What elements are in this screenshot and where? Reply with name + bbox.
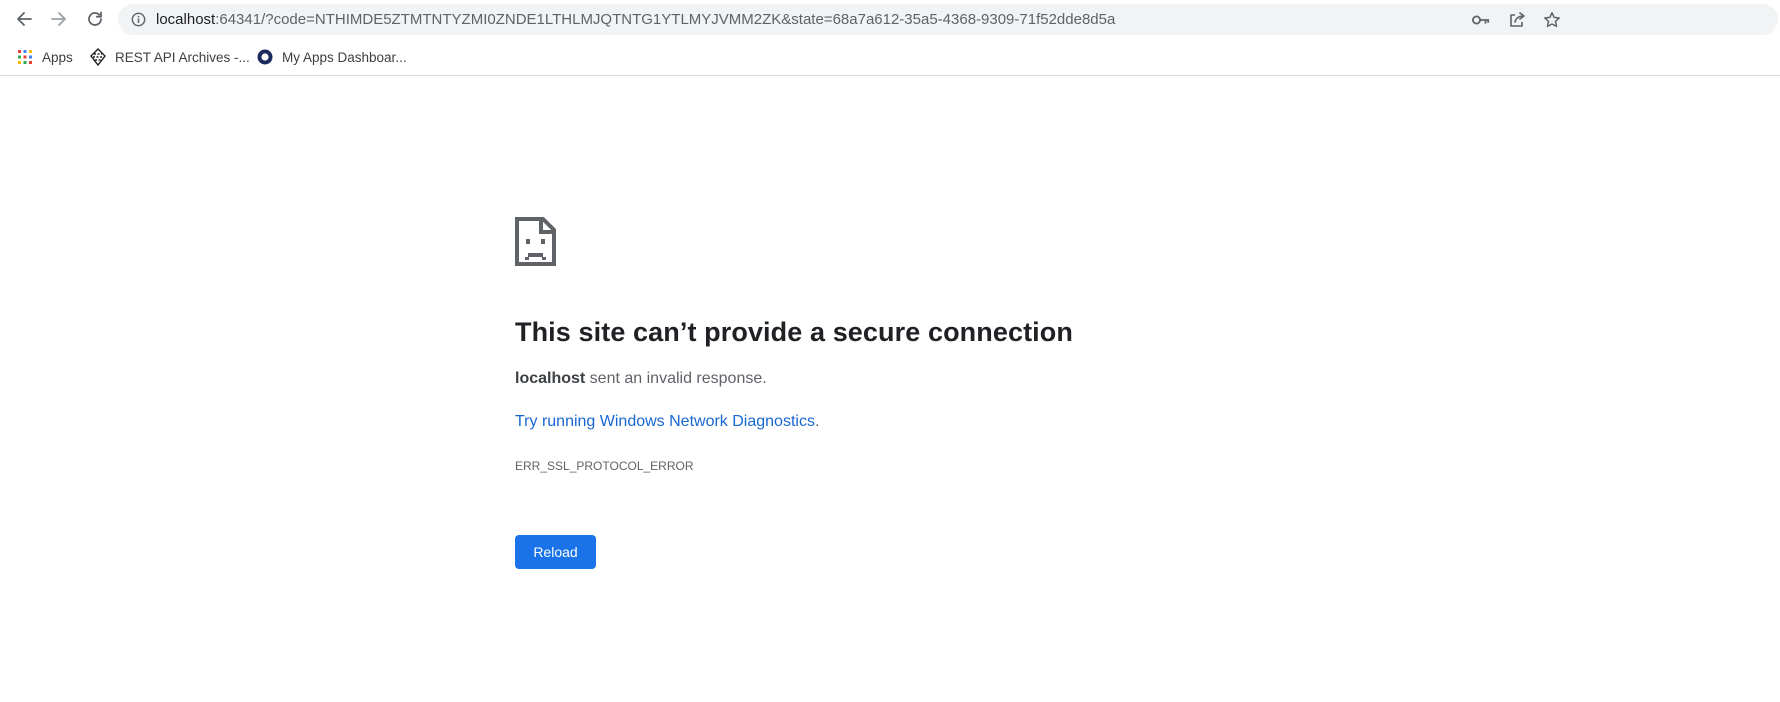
bookmark-label: REST API Archives -... [115,49,250,65]
url-text[interactable]: localhost:64341/?code=NTHIMDE5ZTMTNTYZMI… [156,10,1115,29]
address-bar[interactable]: localhost:64341/?code=NTHIMDE5ZTMTNTYZMI… [118,4,1778,35]
password-key-button[interactable] [1472,11,1490,29]
arrow-right-icon [51,12,66,26]
error-summary: localhost sent an invalid response. [515,370,767,388]
browser-toolbar: localhost:64341/?code=NTHIMDE5ZTMTNTYZMI… [0,0,1780,39]
star-icon [1544,12,1560,28]
bookmark-label: Apps [42,49,73,65]
summary-host: localhost [515,370,586,387]
suggestion-suffix: . [814,413,820,430]
rest-api-favicon [89,48,107,66]
share-icon [1510,12,1525,27]
error-code: ERR_SSL_PROTOCOL_ERROR [515,459,694,473]
arrow-left-icon [17,12,32,26]
url-path: :64341/?code=NTHIMDE5ZTMTNTYZMI0ZNDE1LTH… [215,11,1116,28]
my-apps-favicon [256,48,274,66]
bookmark-apps[interactable]: Apps [16,46,73,68]
sad-page-icon [515,217,556,266]
summary-text: sent an invalid response. [585,370,767,387]
key-icon [1472,15,1490,25]
bookmark-label: My Apps Dashboar... [282,49,407,65]
bookmarks-bar: Apps REST API Archives -... My Apps Dash… [0,39,1780,76]
error-headline: This site can’t provide a secure connect… [515,317,1073,347]
site-info-icon[interactable] [131,12,146,27]
back-button[interactable] [11,6,37,32]
refresh-icon [88,11,102,26]
apps-grid-icon [16,48,34,66]
network-diagnostics-link[interactable]: Try running Windows Network Diagnostics [515,413,815,430]
forward-button[interactable] [46,6,72,32]
reload-button[interactable]: Reload [515,535,596,569]
reload-browser-button[interactable] [82,6,108,32]
share-button[interactable] [1508,11,1526,29]
url-host: localhost [156,11,216,28]
bookmark-rest-api-archives[interactable]: REST API Archives -... [89,46,250,68]
error-suggestion: Try running Windows Network Diagnostics. [515,413,819,431]
bookmark-my-apps-dashboard[interactable]: My Apps Dashboar... [256,46,407,68]
bookmark-star-button[interactable] [1543,11,1561,29]
